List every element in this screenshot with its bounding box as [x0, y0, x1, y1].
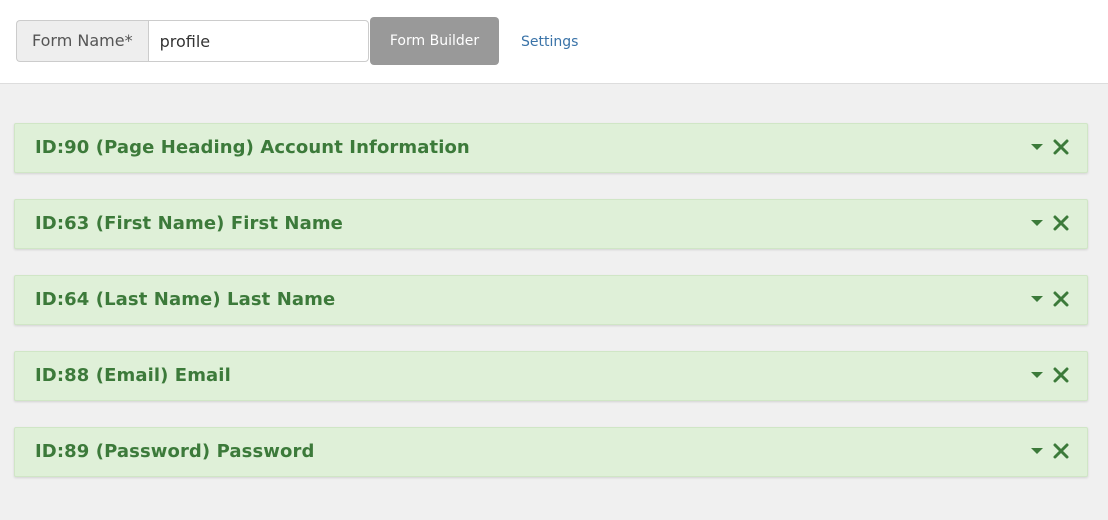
- form-builder-button[interactable]: Form Builder: [370, 17, 499, 65]
- caret-down-icon[interactable]: [1029, 370, 1045, 382]
- form-toolbar: Form Name* Form Builder Settings: [0, 0, 1108, 84]
- close-icon[interactable]: [1051, 441, 1071, 461]
- caret-down-icon[interactable]: [1029, 142, 1045, 154]
- close-icon[interactable]: [1051, 137, 1071, 157]
- field-title: ID:88 (Email) Email: [35, 365, 231, 386]
- close-icon[interactable]: [1051, 213, 1071, 233]
- form-name-group: Form Name*: [16, 20, 369, 62]
- caret-down-icon[interactable]: [1029, 218, 1045, 230]
- form-name-label: Form Name*: [16, 20, 148, 62]
- field-title: ID:64 (Last Name) Last Name: [35, 289, 336, 310]
- field-title: ID:63 (First Name) First Name: [35, 213, 343, 234]
- field-row-page-heading[interactable]: ID:90 (Page Heading) Account Information: [14, 123, 1088, 173]
- caret-down-icon[interactable]: [1029, 446, 1045, 458]
- field-row-email[interactable]: ID:88 (Email) Email: [14, 351, 1088, 401]
- close-icon[interactable]: [1051, 365, 1071, 385]
- form-name-input[interactable]: [147, 20, 369, 62]
- close-icon[interactable]: [1051, 289, 1071, 309]
- field-row-first-name[interactable]: ID:63 (First Name) First Name: [14, 199, 1088, 249]
- field-list: ID:90 (Page Heading) Account Information…: [14, 123, 1088, 503]
- caret-down-icon[interactable]: [1029, 294, 1045, 306]
- field-title: ID:90 (Page Heading) Account Information: [35, 137, 470, 158]
- field-row-password[interactable]: ID:89 (Password) Password: [14, 427, 1088, 477]
- field-title: ID:89 (Password) Password: [35, 441, 315, 462]
- field-row-last-name[interactable]: ID:64 (Last Name) Last Name: [14, 275, 1088, 325]
- settings-link[interactable]: Settings: [521, 32, 578, 52]
